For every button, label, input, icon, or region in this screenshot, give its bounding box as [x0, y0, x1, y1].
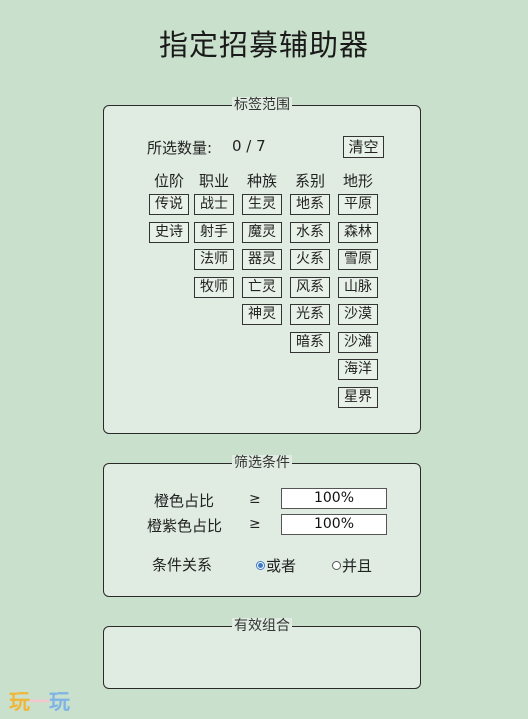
- tag-button[interactable]: 器灵: [242, 249, 282, 270]
- watermark-logo: 玩一玩: [9, 686, 70, 716]
- tag-button[interactable]: 牧师: [194, 277, 234, 298]
- page-title: 指定招募辅助器: [158, 28, 369, 62]
- tag-button[interactable]: 地系: [290, 194, 330, 215]
- tag-button[interactable]: 神灵: [242, 304, 282, 325]
- orange-ratio-label: 橙色占比: [154, 492, 215, 510]
- radio-and-indicator[interactable]: [332, 561, 341, 570]
- column-header-4: 系别: [294, 172, 325, 190]
- filter-conditions-panel: 筛选条件 橙色占比 ≥ 100% 橙紫色占比 ≥ 100% 条件关系 或者 并且: [103, 455, 421, 597]
- condition-relation-label: 条件关系: [152, 556, 213, 574]
- orange-ratio-input[interactable]: 100%: [281, 488, 387, 509]
- column-header-3: 种族: [246, 172, 277, 190]
- tag-button[interactable]: 法师: [194, 249, 234, 270]
- tag-button[interactable]: 战士: [194, 194, 234, 215]
- radio-and[interactable]: 并且: [332, 555, 372, 576]
- tag-button[interactable]: 亡灵: [242, 277, 282, 298]
- tag-button[interactable]: 火系: [290, 249, 330, 270]
- tag-button[interactable]: 沙滩: [338, 332, 378, 353]
- tag-button[interactable]: 森林: [338, 222, 378, 243]
- valid-combinations-panel: 有效组合: [103, 618, 421, 689]
- tag-button[interactable]: 风系: [290, 277, 330, 298]
- tag-range-legend: 标签范围: [232, 97, 292, 113]
- clear-button[interactable]: 清空: [343, 136, 384, 158]
- radio-or-label: 或者: [266, 557, 297, 575]
- tag-range-panel: 标签范围 所选数量: 0 / 7 清空 位阶传说史诗 职业战士射手法师牧师 种族生灵…: [103, 97, 421, 434]
- column-header-5: 地形: [342, 172, 373, 190]
- orange-purple-ratio-label: 橙紫色占比: [147, 517, 223, 535]
- tag-button[interactable]: 暗系: [290, 332, 330, 353]
- watermark-char-3: 玩: [49, 690, 70, 714]
- tag-button[interactable]: 雪原: [338, 249, 378, 270]
- tag-button[interactable]: 魔灵: [242, 222, 282, 243]
- selected-count-label: 所选数量:: [147, 139, 213, 157]
- radio-and-label: 并且: [342, 557, 373, 575]
- selected-count-value: 0 / 7: [232, 137, 266, 155]
- column-header-2: 职业: [198, 172, 229, 190]
- watermark-char-2: 一: [29, 690, 50, 714]
- column-header-1: 位阶: [153, 172, 184, 190]
- orange-ratio-ge-sign: ≥: [249, 491, 261, 507]
- orange-purple-ratio-input[interactable]: 100%: [281, 514, 387, 535]
- valid-combinations-legend: 有效组合: [232, 618, 292, 634]
- filter-conditions-legend: 筛选条件: [232, 455, 292, 471]
- tag-button[interactable]: 光系: [290, 304, 330, 325]
- tag-button[interactable]: 史诗: [149, 222, 189, 243]
- tag-button[interactable]: 平原: [338, 194, 378, 215]
- radio-or-indicator[interactable]: [256, 561, 265, 570]
- watermark-char-1: 玩: [9, 690, 30, 714]
- tag-button[interactable]: 海洋: [338, 359, 378, 380]
- tag-button[interactable]: 山脉: [338, 277, 378, 298]
- radio-or[interactable]: 或者: [256, 555, 296, 576]
- tag-button[interactable]: 星界: [338, 387, 378, 408]
- orange-purple-ratio-ge-sign: ≥: [249, 516, 261, 532]
- tag-button[interactable]: 射手: [194, 222, 234, 243]
- tag-button[interactable]: 传说: [149, 194, 189, 215]
- tag-button[interactable]: 生灵: [242, 194, 282, 215]
- tag-button[interactable]: 水系: [290, 222, 330, 243]
- tag-button[interactable]: 沙漠: [338, 304, 378, 325]
